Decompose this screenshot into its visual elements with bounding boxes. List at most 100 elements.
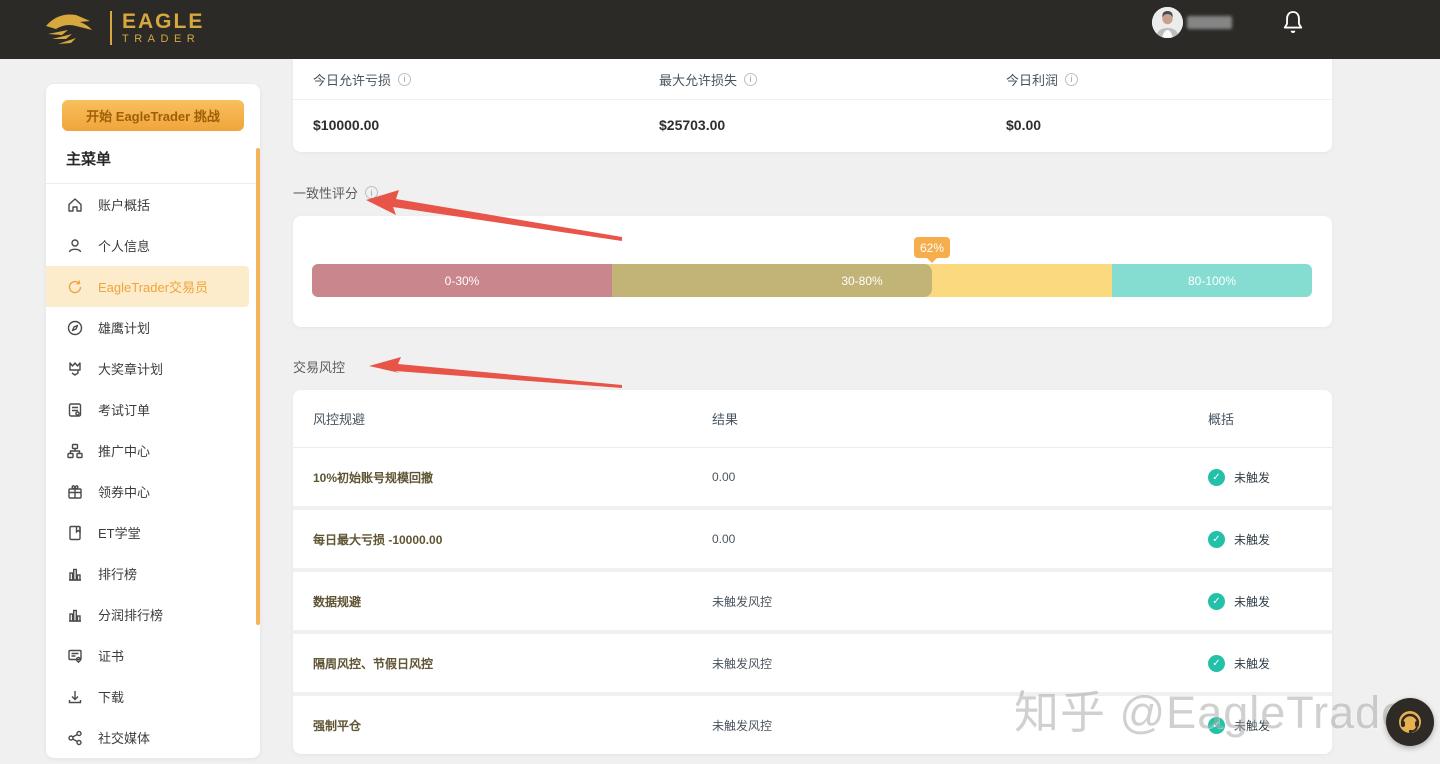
sidebar-section-title: 主菜单 (66, 148, 111, 169)
column-header-summary: 概括 (1188, 409, 1332, 428)
sidebar-item-et-school[interactable]: ET学堂 (46, 512, 260, 553)
stat-label: 最大允许损失 (659, 70, 737, 89)
consistency-section-label: 一致性评分 i (293, 183, 378, 202)
table-row[interactable]: 每日最大亏损 -10000.00 0.00 ✓ 未触发 (293, 510, 1332, 568)
promotion-icon (66, 442, 84, 460)
start-challenge-button[interactable]: 开始 EagleTrader 挑战 (62, 100, 244, 131)
ranking-icon (66, 565, 84, 583)
rule-name: 隔周风控、节假日风控 (293, 655, 692, 672)
segment-0-30: 0-30% (312, 264, 612, 297)
stat-header-max-allowed-loss: 最大允许损失 i (639, 59, 986, 99)
sidebar-item-coupon-center[interactable]: 领券中心 (46, 471, 260, 512)
sidebar-item-download[interactable]: 下载 (46, 676, 260, 717)
status-label: 未触发 (1234, 655, 1270, 672)
stat-header-daily-allowed-loss: 今日允许亏损 i (293, 59, 639, 99)
rule-name: 10%初始账号规模回撤 (293, 469, 692, 486)
sidebar-nav: 账户概括 个人信息 EagleTrader交易员 雄鹰计划 大奖章计划 (46, 184, 260, 758)
table-row[interactable]: 10%初始账号规模回撤 0.00 ✓ 未触发 (293, 448, 1332, 506)
column-header-rule: 风控规避 (293, 409, 692, 428)
info-icon[interactable]: i (398, 73, 411, 86)
status-label: 未触发 (1234, 531, 1270, 548)
column-header-result: 结果 (692, 409, 1188, 428)
logo: EAGLE TRADER (42, 8, 204, 48)
info-icon[interactable]: i (1065, 73, 1078, 86)
check-icon: ✓ (1208, 655, 1225, 672)
medal-icon (66, 360, 84, 378)
segment-80-100: 80-100% (1112, 264, 1312, 297)
rule-status: ✓ 未触发 (1188, 655, 1332, 672)
sidebar-item-label: 领券中心 (98, 482, 150, 501)
refresh-icon (66, 278, 84, 296)
rule-result: 0.00 (692, 470, 1188, 484)
rule-status: ✓ 未触发 (1188, 593, 1332, 610)
stats-divider (293, 99, 1332, 100)
daily-stats-card: 今日允许亏损 i 最大允许损失 i 今日利润 i $10000.00 $2570… (293, 59, 1332, 152)
sidebar-item-label: 账户概括 (98, 195, 150, 214)
sidebar-item-promotion-center[interactable]: 推广中心 (46, 430, 260, 471)
sidebar-item-eagle-plan[interactable]: 雄鹰计划 (46, 307, 260, 348)
stat-value-max-allowed-loss: $25703.00 (639, 99, 986, 151)
rule-status: ✓ 未触发 (1188, 469, 1332, 486)
download-icon (66, 688, 84, 706)
sidebar-item-profit-ranking[interactable]: 分润排行榜 (46, 594, 260, 635)
consistency-title: 一致性评分 (293, 183, 358, 202)
sidebar-item-label: 雄鹰计划 (98, 318, 150, 337)
certificate-icon (66, 647, 84, 665)
red-arrow-risk (369, 357, 622, 388)
home-icon (66, 196, 84, 214)
sidebar-scrollbar[interactable] (256, 148, 260, 625)
sidebar-item-ranking[interactable]: 排行榜 (46, 553, 260, 594)
social-icon (66, 729, 84, 747)
check-icon: ✓ (1208, 531, 1225, 548)
coupon-icon (66, 483, 84, 501)
rule-result: 未触发风控 (692, 593, 1188, 610)
risk-table-header: 风控规避 结果 概括 (293, 390, 1332, 447)
segment-label: 80-100% (1188, 274, 1236, 288)
school-icon (66, 524, 84, 542)
check-icon: ✓ (1208, 469, 1225, 486)
profit-ranking-icon (66, 606, 84, 624)
user-avatar[interactable] (1152, 7, 1183, 38)
status-label: 未触发 (1234, 469, 1270, 486)
rule-result: 未触发风控 (692, 655, 1188, 672)
logo-text-secondary: TRADER (122, 32, 204, 46)
table-row[interactable]: 数据规避 未触发风控 ✓ 未触发 (293, 572, 1332, 630)
stat-header-today-profit: 今日利润 i (986, 59, 1332, 99)
sidebar: 开始 EagleTrader 挑战 主菜单 账户概括 个人信息 EagleTra… (46, 84, 260, 758)
sidebar-item-personal-info[interactable]: 个人信息 (46, 225, 260, 266)
stat-value-today-profit: $0.00 (986, 99, 1332, 151)
logo-divider (110, 11, 112, 45)
info-icon[interactable]: i (365, 186, 378, 199)
watermark: 知乎 @EagleTrader (1014, 676, 1423, 741)
consistency-score-card: 0-30% 30-80% 80-100% 62% (293, 216, 1332, 327)
consistency-score-bar: 0-30% 30-80% 80-100% 62% (312, 264, 1312, 297)
status-label: 未触发 (1234, 593, 1270, 610)
sidebar-item-label: 大奖章计划 (98, 359, 163, 378)
sidebar-item-label: 排行榜 (98, 564, 137, 583)
sidebar-item-label: 分润排行榜 (98, 605, 163, 624)
customer-service-button[interactable] (1386, 698, 1434, 746)
stat-value-daily-allowed-loss: $10000.00 (293, 99, 639, 151)
headset-icon (1395, 707, 1425, 737)
sidebar-item-exam-orders[interactable]: 考试订单 (46, 389, 260, 430)
notification-bell-icon[interactable] (1282, 10, 1304, 36)
sidebar-item-label: 考试订单 (98, 400, 150, 419)
risk-title: 交易风控 (293, 357, 345, 376)
sidebar-item-eagletrader-trader[interactable]: EagleTrader交易员 (46, 266, 249, 307)
sidebar-item-medal-plan[interactable]: 大奖章计划 (46, 348, 260, 389)
rule-status: ✓ 未触发 (1188, 531, 1332, 548)
topbar: EAGLE TRADER (0, 0, 1440, 59)
stat-label: 今日利润 (1006, 70, 1058, 89)
segment-30-80-filled (612, 264, 932, 297)
score-tooltip: 62% (914, 237, 950, 258)
sidebar-item-account-overview[interactable]: 账户概括 (46, 184, 260, 225)
rule-result: 0.00 (692, 532, 1188, 546)
exam-order-icon (66, 401, 84, 419)
sidebar-item-label: 社交媒体 (98, 728, 150, 747)
info-icon[interactable]: i (744, 73, 757, 86)
segment-label: 0-30% (445, 274, 480, 288)
risk-section-label: 交易风控 (293, 357, 345, 376)
sidebar-item-label: 个人信息 (98, 236, 150, 255)
sidebar-item-social-media[interactable]: 社交媒体 (46, 717, 260, 758)
sidebar-item-certificate[interactable]: 证书 (46, 635, 260, 676)
